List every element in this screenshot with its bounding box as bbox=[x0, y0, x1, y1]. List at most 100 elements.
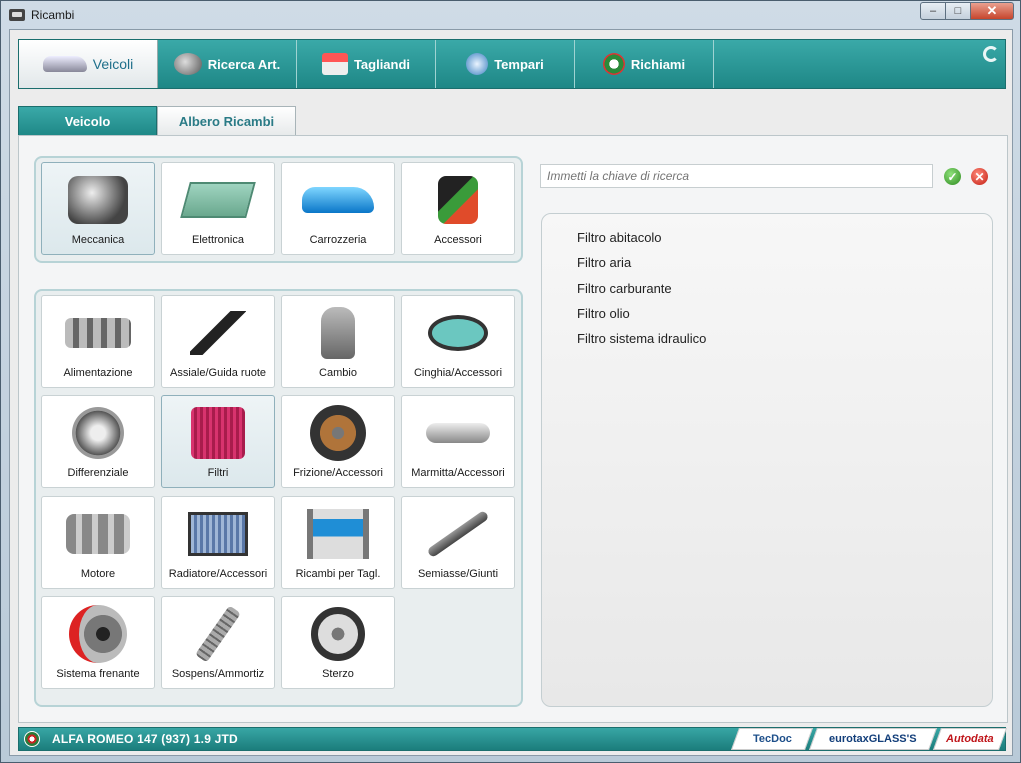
tile-label: Radiatore/Accessori bbox=[168, 568, 268, 580]
tab-veicolo[interactable]: Veicolo bbox=[18, 106, 157, 136]
subcategory-group: Alimentazione Assiale/Guida ruote Cambio… bbox=[34, 289, 523, 707]
app-window: Ricambi – □ ✕ Veicoli Ricerca Art. Tagli… bbox=[0, 0, 1021, 763]
minimize-button[interactable]: – bbox=[920, 2, 946, 20]
title-bar: Ricambi – □ ✕ bbox=[1, 1, 1020, 29]
content-panel: Meccanica Elettronica Carrozzeria Access… bbox=[18, 135, 1008, 723]
tecdoc-logo: TecDoc bbox=[730, 728, 814, 750]
tile-label: Marmitta/Accessori bbox=[411, 467, 505, 479]
muffler-icon bbox=[426, 423, 490, 443]
search-input[interactable] bbox=[540, 164, 933, 188]
list-item[interactable]: Filtro aria bbox=[577, 254, 992, 279]
client-area: Veicoli Ricerca Art. Tagliandi Tempari R… bbox=[9, 29, 1013, 756]
subcategory-frizione[interactable]: Frizione/Accessori bbox=[281, 395, 395, 488]
sub-tabs: Veicolo Albero Ricambi bbox=[18, 106, 296, 136]
gear-lever-icon bbox=[321, 307, 355, 359]
window-title: Ricambi bbox=[31, 8, 75, 22]
category-carrozzeria[interactable]: Carrozzeria bbox=[281, 162, 395, 255]
tile-label: Filtri bbox=[207, 467, 229, 479]
list-item[interactable]: Filtro carburante bbox=[577, 280, 992, 305]
tile-label: Sospens/Ammortiz bbox=[171, 668, 265, 680]
clear-icon[interactable]: ✕ bbox=[971, 168, 988, 185]
tile-label: Assiale/Guida ruote bbox=[170, 367, 266, 379]
partner-logos: TecDoc eurotaxGLASS'S Autodata bbox=[730, 728, 1008, 750]
clutch-icon bbox=[310, 405, 366, 461]
tab-albero-ricambi[interactable]: Albero Ricambi bbox=[157, 106, 296, 136]
clock-icon bbox=[466, 53, 489, 75]
belt-icon bbox=[428, 315, 488, 351]
subcategory-differenziale[interactable]: Differenziale bbox=[41, 395, 155, 488]
tab-veicoli[interactable]: Veicoli bbox=[19, 40, 158, 88]
subcategory-sospens[interactable]: Sospens/Ammortiz bbox=[161, 596, 275, 689]
recall-icon bbox=[602, 53, 625, 75]
maximize-button[interactable]: □ bbox=[945, 2, 971, 20]
engine-icon bbox=[68, 176, 128, 224]
tab-tempari[interactable]: Tempari bbox=[436, 40, 575, 88]
car-icon bbox=[42, 56, 87, 72]
autodata-logo: Autodata bbox=[932, 728, 1008, 750]
tab-label: Ricerca Art. bbox=[207, 56, 281, 72]
differential-icon bbox=[72, 407, 124, 459]
search-parts-icon bbox=[173, 53, 202, 75]
injector-icon bbox=[65, 318, 131, 348]
tab-ricerca-art[interactable]: Ricerca Art. bbox=[158, 40, 297, 88]
tile-label: Sistema frenante bbox=[56, 668, 140, 680]
eurotax-logo: eurotaxGLASS'S bbox=[808, 728, 938, 750]
tab-richiami[interactable]: Richiami bbox=[575, 40, 714, 88]
window-controls: – □ ✕ bbox=[920, 2, 1014, 20]
tab-tagliandi[interactable]: Tagliandi bbox=[297, 40, 436, 88]
subcategory-cinghia[interactable]: Cinghia/Accessori bbox=[401, 295, 515, 388]
subcategory-cambio[interactable]: Cambio bbox=[281, 295, 395, 388]
subcategory-marmitta[interactable]: Marmitta/Accessori bbox=[401, 395, 515, 488]
control-arm-icon bbox=[190, 311, 246, 355]
tile-label: Accessori bbox=[434, 234, 482, 246]
ecu-icon bbox=[180, 182, 256, 218]
vehicle-info: ALFA ROMEO 147 (937) 1.9 JTD bbox=[52, 732, 238, 746]
subcategory-assiale[interactable]: Assiale/Guida ruote bbox=[161, 295, 275, 388]
subcategory-sistema-frenante[interactable]: Sistema frenante bbox=[41, 596, 155, 689]
radiator-icon bbox=[188, 512, 248, 556]
subcategory-motore[interactable]: Motore bbox=[41, 496, 155, 589]
category-group: Meccanica Elettronica Carrozzeria Access… bbox=[34, 156, 523, 263]
alfa-romeo-logo-icon bbox=[24, 731, 40, 747]
confirm-icon[interactable]: ✓ bbox=[944, 168, 961, 185]
status-bar: ALFA ROMEO 147 (937) 1.9 JTD TecDoc euro… bbox=[18, 727, 1008, 751]
subcategory-alimentazione[interactable]: Alimentazione bbox=[41, 295, 155, 388]
list-item[interactable]: Filtro abitacolo bbox=[577, 229, 992, 254]
tile-label: Frizione/Accessori bbox=[293, 467, 383, 479]
category-meccanica[interactable]: Meccanica bbox=[41, 162, 155, 255]
filter-icon bbox=[191, 407, 245, 459]
close-button[interactable]: ✕ bbox=[970, 2, 1014, 20]
subcategory-semiasse[interactable]: Semiasse/Giunti bbox=[401, 496, 515, 589]
app-icon bbox=[9, 9, 25, 21]
shock-absorber-icon bbox=[195, 605, 241, 663]
tab-label: Tempari bbox=[494, 56, 544, 72]
tab-label: Richiami bbox=[630, 56, 686, 72]
tab-label: Veicoli bbox=[92, 56, 134, 72]
tile-label: Cinghia/Accessori bbox=[413, 367, 503, 379]
subcategory-radiatore[interactable]: Radiatore/Accessori bbox=[161, 496, 275, 589]
service-icon bbox=[321, 53, 348, 75]
brake-icon bbox=[69, 605, 127, 663]
category-accessori[interactable]: Accessori bbox=[401, 162, 515, 255]
tile-label: Sterzo bbox=[322, 668, 354, 680]
list-item[interactable]: Filtro sistema idraulico bbox=[577, 330, 992, 355]
lift-icon bbox=[307, 509, 369, 559]
car-body-icon bbox=[302, 187, 374, 213]
tab-label: Tagliandi bbox=[353, 56, 411, 72]
tile-label: Motore bbox=[80, 568, 116, 580]
tile-label: Elettronica bbox=[192, 234, 244, 246]
accessory-icon bbox=[438, 176, 478, 224]
tile-label: Alimentazione bbox=[63, 367, 133, 379]
subcategory-filtri[interactable]: Filtri bbox=[161, 395, 275, 488]
tile-label: Ricambi per Tagl. bbox=[295, 568, 381, 580]
subcategory-sterzo[interactable]: Sterzo bbox=[281, 596, 395, 689]
results-list: Filtro abitacolo Filtro aria Filtro carb… bbox=[541, 213, 993, 707]
category-elettronica[interactable]: Elettronica bbox=[161, 162, 275, 255]
tile-label: Cambio bbox=[319, 367, 357, 379]
list-item[interactable]: Filtro olio bbox=[577, 305, 992, 330]
steering-wheel-icon bbox=[311, 607, 365, 661]
refresh-icon[interactable] bbox=[983, 46, 999, 62]
tile-label: Differenziale bbox=[67, 467, 129, 479]
axle-icon bbox=[426, 509, 490, 559]
subcategory-ricambi-tagl[interactable]: Ricambi per Tagl. bbox=[281, 496, 395, 589]
